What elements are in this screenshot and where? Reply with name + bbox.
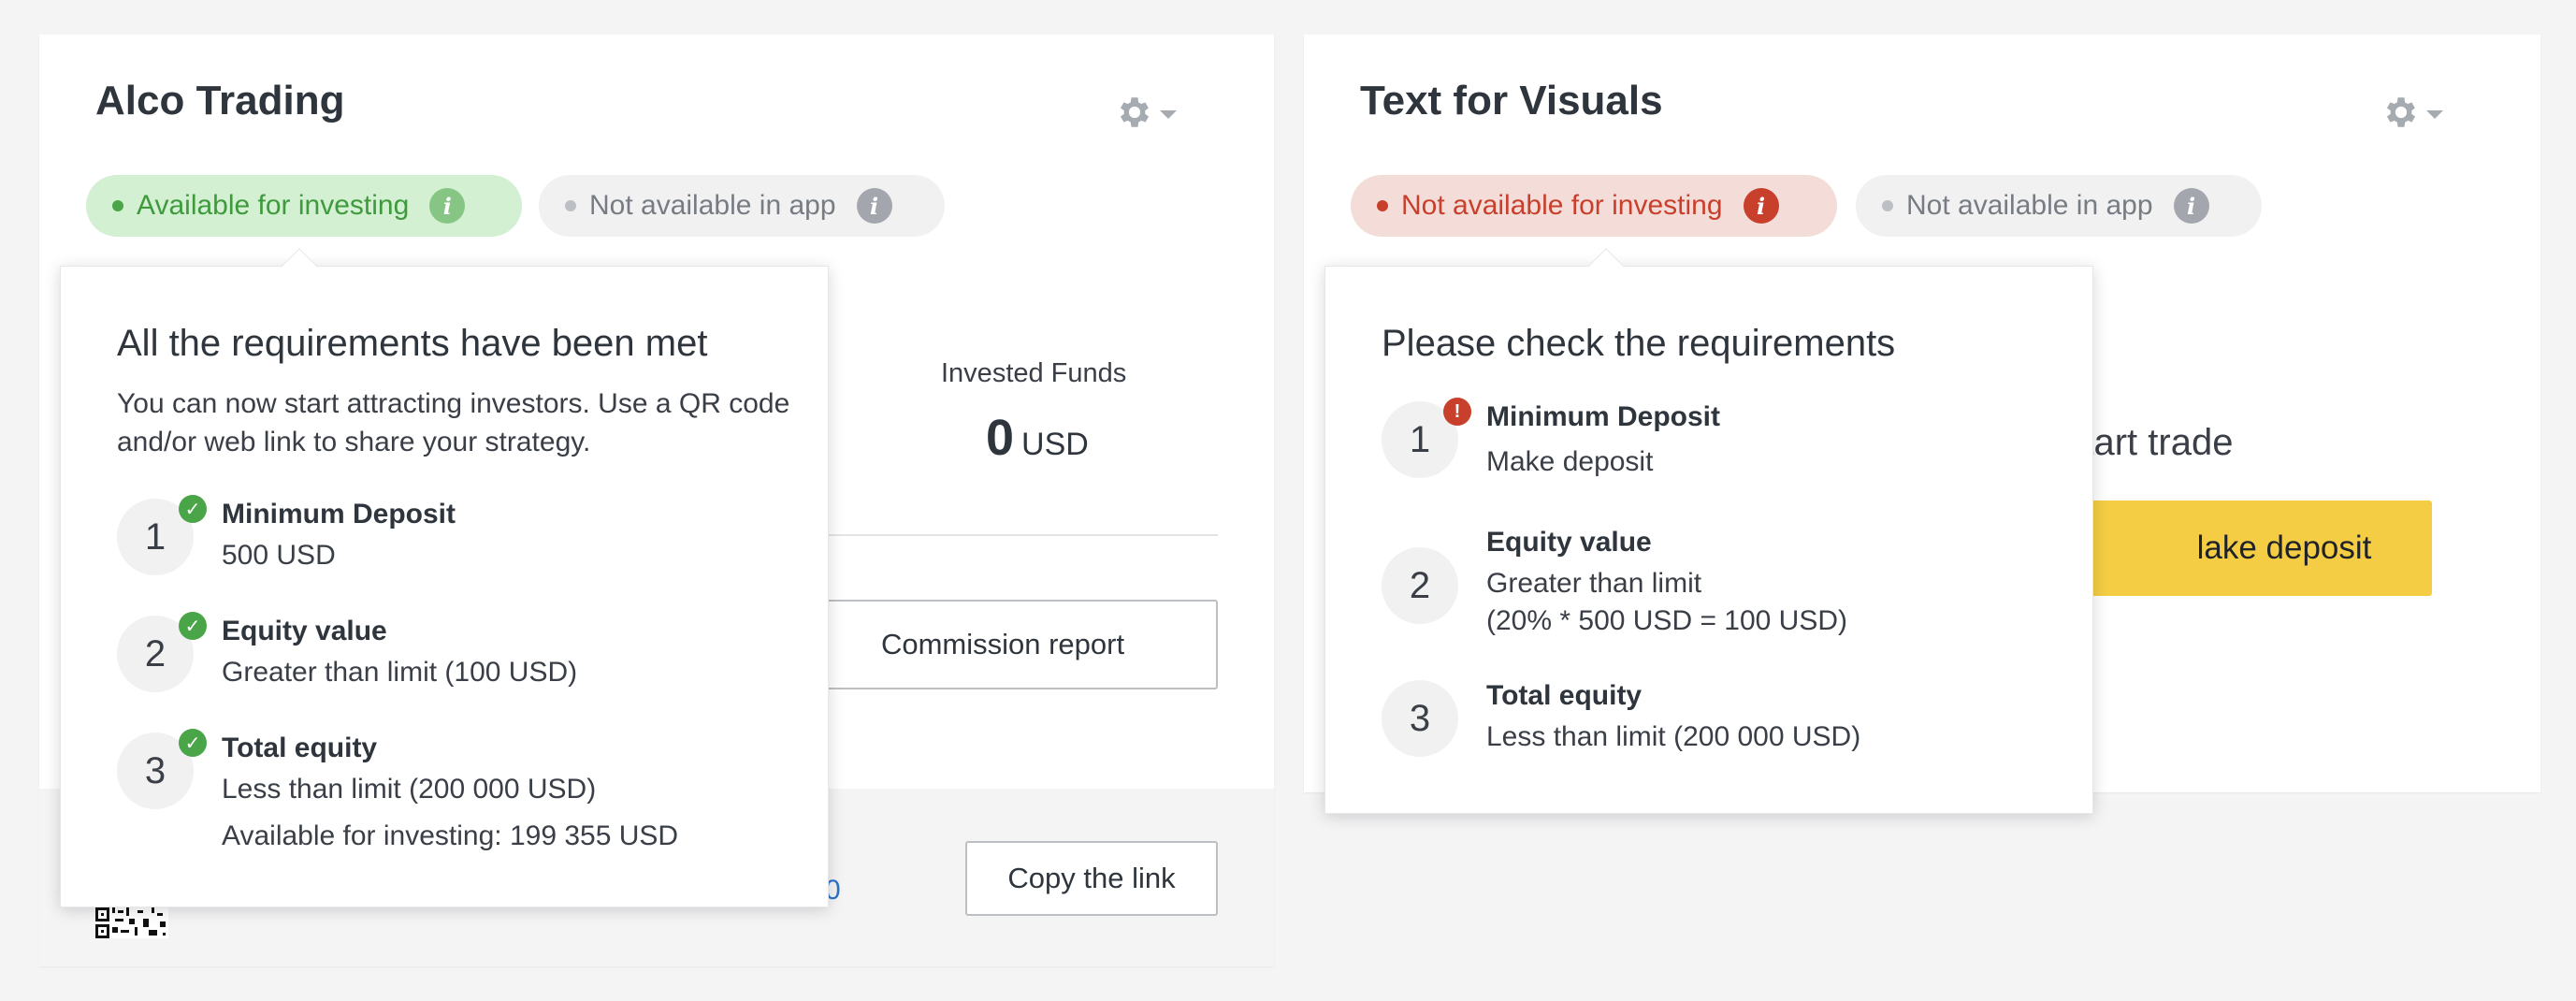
requirement-detail: 500 USD <box>222 540 336 571</box>
requirement-item: 2 Equity value Greater than limit (20% *… <box>1382 527 2055 639</box>
settings-menu-button[interactable] <box>1115 89 1190 136</box>
info-icon[interactable]: i <box>856 188 892 224</box>
status-dot <box>1377 200 1388 211</box>
copy-link-button[interactable]: Copy the link <box>965 841 1218 916</box>
exclamation-circle-icon: ! <box>1443 398 1471 426</box>
requirement-item: 2 ✓ Equity value Greater than limit (100… <box>117 612 790 700</box>
requirement-title: Minimum Deposit <box>222 499 456 530</box>
status-dot <box>1882 200 1893 211</box>
investing-status-pill[interactable]: Not available for investing i <box>1351 175 1837 237</box>
info-icon[interactable]: i <box>1743 188 1779 224</box>
info-icon[interactable]: i <box>429 188 466 224</box>
invested-funds-label: Invested Funds <box>941 358 1127 388</box>
requirement-item: 3 Total equity Less than limit (200 000 … <box>1382 680 2055 764</box>
requirement-number: 2 <box>1382 547 1458 624</box>
requirement-detail-formula: (20% * 500 USD = 100 USD) <box>1486 605 1848 636</box>
requirement-detail: Greater than limit <box>1486 568 1702 599</box>
requirements-popover: Please check the requirements 1 ! Minimu… <box>1324 248 2093 814</box>
requirement-title: Equity value <box>1486 527 1652 558</box>
commission-report-button[interactable]: Commission report <box>788 600 1218 689</box>
requirement-title: Minimum Deposit <box>1486 401 1721 432</box>
investing-status-label: Available for investing <box>137 190 410 221</box>
invested-funds-unit: USD <box>1021 427 1089 462</box>
invested-funds-amount: 0 <box>986 410 1015 466</box>
requirement-item: 1 ! Minimum Deposit Make deposit <box>1382 398 2055 486</box>
available-for-investing-text: Available for investing: 199 355 USD <box>222 820 679 851</box>
requirement-title: Equity value <box>222 616 387 646</box>
info-icon[interactable]: i <box>2173 188 2209 224</box>
investing-status-label: Not available for investing <box>1401 190 1723 221</box>
requirement-number: 3 <box>1382 680 1458 757</box>
check-circle-icon: ✓ <box>179 495 207 523</box>
status-dot <box>112 200 123 211</box>
popover-description: You can now start attracting investors. … <box>117 388 790 457</box>
settings-menu-button[interactable] <box>2381 89 2456 136</box>
app-status-label: Not available in app <box>589 190 836 221</box>
invested-funds-value: 0 USD <box>986 409 1089 467</box>
requirement-detail: Less than limit (200 000 USD) <box>1486 721 1861 752</box>
gear-icon <box>2386 97 2416 127</box>
requirement-title: Total equity <box>1486 680 1643 711</box>
gear-icon <box>1120 97 1150 127</box>
card-title: Text for Visuals <box>1360 78 1663 123</box>
popover-title: All the requirements have been met <box>117 323 708 364</box>
investing-status-pill[interactable]: Available for investing i <box>86 175 522 237</box>
card-title: Alco Trading <box>95 78 345 123</box>
requirement-detail: Less than limit (200 000 USD) <box>222 774 597 805</box>
check-circle-icon: ✓ <box>179 729 207 757</box>
caret-down-icon <box>2426 109 2443 119</box>
requirement-title: Total equity <box>222 733 378 763</box>
requirement-detail: Greater than limit (100 USD) <box>222 657 578 688</box>
qr-code-icon[interactable] <box>95 905 168 938</box>
app-status-label: Not available in app <box>1906 190 2153 221</box>
requirement-item: 3 ✓ Total equity Less than limit (200 00… <box>117 729 790 863</box>
app-status-pill[interactable]: Not available in app i <box>539 175 945 237</box>
make-deposit-button-label: lake deposit <box>2196 530 2372 566</box>
app-status-pill[interactable]: Not available in app i <box>1856 175 2262 237</box>
make-deposit-link[interactable]: Make deposit <box>1486 446 1653 478</box>
requirement-item: 1 ✓ Minimum Deposit 500 USD <box>117 495 790 583</box>
requirements-popover: All the requirements have been met You c… <box>60 248 829 907</box>
popover-title: Please check the requirements <box>1382 323 1896 364</box>
status-dot <box>565 200 576 211</box>
caret-down-icon <box>1160 109 1177 119</box>
check-circle-icon: ✓ <box>179 612 207 640</box>
